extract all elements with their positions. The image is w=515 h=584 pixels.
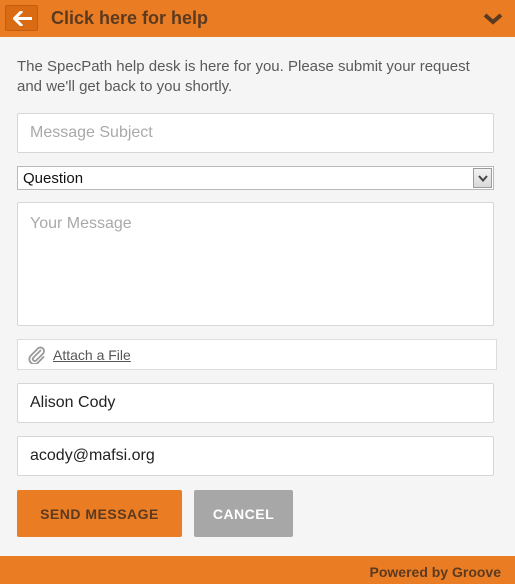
cancel-button[interactable]: CANCEL [194, 490, 293, 537]
widget-footer: Powered by Groove [0, 556, 515, 584]
message-body-input[interactable] [17, 202, 494, 326]
chevron-down-icon [478, 175, 488, 182]
header-title[interactable]: Click here for help [51, 8, 208, 29]
attach-file-row[interactable]: Attach a File [17, 339, 497, 370]
chevron-down-icon [483, 13, 503, 25]
attach-file-link[interactable]: Attach a File [53, 347, 131, 363]
request-type-select[interactable]: Question [17, 166, 494, 190]
send-message-button[interactable]: SEND MESSAGE [17, 490, 182, 537]
help-widget: Click here for help The SpecPath help de… [0, 0, 515, 584]
powered-by-label: Powered by Groove [369, 564, 501, 580]
back-button[interactable] [5, 5, 38, 31]
message-subject-input[interactable] [17, 113, 494, 153]
paperclip-icon [28, 346, 45, 364]
email-field[interactable] [17, 436, 494, 476]
arrow-left-icon [13, 11, 32, 26]
intro-text: The SpecPath help desk is here for you. … [17, 58, 470, 95]
request-type-value: Question [23, 170, 84, 187]
collapse-button[interactable] [482, 11, 504, 27]
widget-header[interactable]: Click here for help [0, 0, 515, 37]
name-field[interactable] [17, 383, 494, 423]
select-dropdown-button[interactable] [473, 168, 492, 188]
